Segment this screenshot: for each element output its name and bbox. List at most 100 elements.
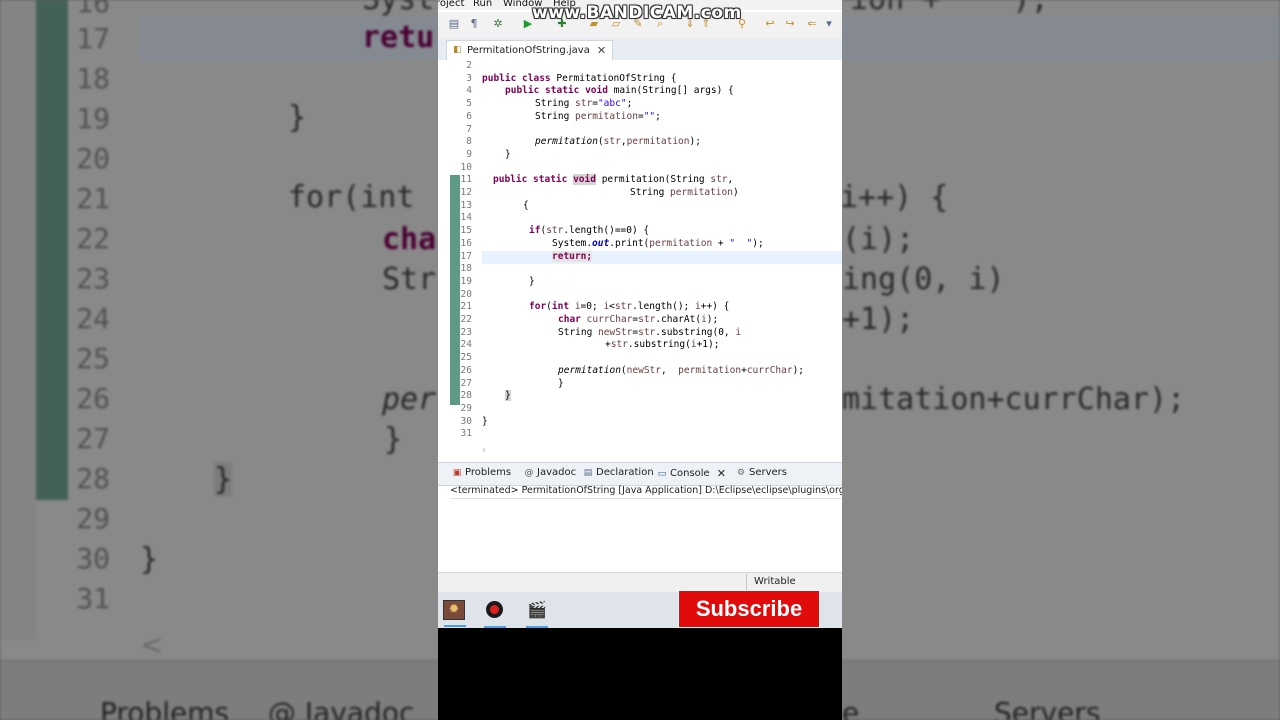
editor-tab-permitation[interactable]: ◧ PermitationOfString.java ✕: [446, 40, 614, 60]
code-variable: permitation: [626, 136, 690, 148]
code-line: public static void main(String[] args) {: [505, 85, 734, 98]
declaration-icon: ▤: [583, 467, 593, 478]
toolbar-forward-icon[interactable]: ↪: [784, 18, 796, 30]
console-output[interactable]: [450, 498, 842, 569]
line-number: 7: [466, 123, 472, 135]
code-variable: i: [735, 326, 742, 338]
active-app-underline: [484, 626, 506, 628]
servers-icon: ⚙: [736, 467, 746, 478]
close-icon[interactable]: ✕: [597, 44, 606, 57]
line-number: 17: [460, 250, 472, 262]
code-keyword: if: [529, 225, 541, 237]
subscribe-button[interactable]: Subscribe: [678, 590, 820, 628]
tab-label: Console: [670, 468, 710, 479]
code-keyword: public static void: [505, 85, 608, 97]
code-text: .charAt(: [655, 314, 702, 325]
code-text: =0;: [580, 301, 604, 313]
code-text: .length()==0) {: [563, 225, 650, 237]
code-variable: newStr: [598, 326, 633, 338]
status-writable: Writable: [746, 574, 803, 590]
line-number: 5: [466, 98, 472, 110]
code-variable: newStr: [626, 364, 661, 376]
code-text: ,: [660, 364, 679, 376]
code-line: }: [482, 415, 488, 427]
code-text: .substring(: [627, 339, 691, 351]
javadoc-icon: @: [524, 467, 534, 478]
code-text: PermitationOfString {: [550, 72, 677, 84]
code-field: out: [592, 237, 610, 249]
toolbar-back-arrow-icon[interactable]: ⇐: [806, 18, 818, 30]
menu-run[interactable]: Run: [473, 0, 492, 9]
code-text: +: [712, 237, 730, 249]
code-line: String newStr=str.substring(0, i: [558, 327, 741, 340]
code-variable: str: [710, 174, 728, 186]
horizontal-scroll-left-icon[interactable]: ‹: [482, 445, 486, 456]
console-icon: ▭: [657, 468, 667, 479]
tab-console[interactable]: ▭ Console ✕: [657, 467, 726, 480]
code-keyword-highlighted: void: [573, 174, 596, 186]
bandicam-record-icon[interactable]: [484, 600, 506, 628]
code-method-call: permitation: [558, 364, 621, 376]
toolbar-debug-icon[interactable]: ✲: [492, 18, 504, 30]
eclipse-app-icon[interactable]: ✹: [443, 600, 466, 627]
line-number: 22: [460, 314, 472, 325]
line-number: 25: [460, 352, 472, 364]
code-keyword: return;: [552, 250, 593, 262]
close-icon[interactable]: ✕: [717, 467, 726, 480]
code-line: System.out.print(permitation + " ");: [552, 238, 764, 251]
code-text: permitation(String: [595, 174, 711, 186]
code-line: if(str.length()==0) {: [529, 225, 649, 238]
active-app-underline: [444, 625, 466, 627]
code-string: " ": [729, 237, 753, 249]
toolbar-back-icon[interactable]: ↩: [764, 18, 776, 30]
tab-javadoc[interactable]: @ Javadoc: [524, 467, 577, 478]
active-app-underline: [526, 626, 548, 628]
code-line: for(int i=0; i<str.length(); i++) {: [529, 301, 729, 314]
line-number: 31: [460, 428, 472, 440]
code-text: );: [689, 136, 701, 148]
eclipse-window: roject Run Window Help www.BANDICAM.com …: [438, 0, 842, 628]
line-number: 11: [460, 174, 472, 186]
code-line: }: [505, 148, 511, 160]
code-text: ;: [626, 98, 633, 110]
code-variable: str: [614, 301, 633, 313]
line-number: 3: [466, 72, 472, 84]
code-variable: str: [603, 136, 621, 148]
tab-label: Problems: [465, 467, 512, 478]
toolbar-pilcrow-icon[interactable]: ¶: [468, 18, 480, 30]
tab-servers[interactable]: ⚙ Servers: [736, 467, 787, 478]
line-number: 14: [460, 212, 472, 224]
menu-project[interactable]: roject: [438, 0, 464, 9]
code-line: char currChar=str.charAt(i);: [558, 314, 718, 327]
code-keyword: public class: [482, 72, 551, 84]
code-string: "abc": [597, 98, 627, 110]
phone-frame: roject Run Window Help www.BANDICAM.com …: [438, 0, 842, 720]
code-text: +1);: [696, 339, 720, 351]
code-string: "": [643, 110, 656, 122]
tab-problems[interactable]: ▣ Problems: [452, 467, 511, 478]
bottom-panel-tabs: ▣ Problems @ Javadoc ▤ Declaration ▭ Console…: [438, 462, 842, 486]
tab-label: Servers: [749, 467, 788, 478]
code-brace-highlighted: }: [505, 390, 511, 402]
line-number: 30: [460, 415, 472, 427]
code-line: }: [505, 390, 511, 403]
code-line: {: [523, 199, 529, 211]
code-keyword: for: [529, 301, 547, 313]
tab-declaration[interactable]: ▤ Declaration: [583, 467, 654, 478]
code-editor[interactable]: 2 3 4 5 6 7 8 9 10 11 12 13 14 15 16 17 …: [438, 60, 842, 458]
code-text: ++) {: [700, 301, 730, 313]
line-number: 29: [460, 402, 472, 414]
problems-icon: ▣: [452, 467, 462, 478]
code-text: .print(: [609, 237, 650, 249]
code-line: +str.substring(i+1);: [605, 339, 719, 352]
code-line: permitation(newStr, permitation+currChar…: [558, 365, 804, 378]
code-variable: str: [638, 314, 656, 325]
toolbar-save-icon[interactable]: ▤: [448, 18, 460, 30]
code-text: );: [792, 364, 805, 376]
line-number: 21: [460, 301, 472, 313]
code-variable: permitation: [575, 110, 638, 122]
code-variable: str: [546, 225, 564, 237]
toolbar-chevron-down-icon[interactable]: ▾: [823, 18, 835, 30]
code-text: .substring(0,: [655, 326, 736, 338]
clapperboard-icon[interactable]: 🎬: [526, 600, 548, 628]
